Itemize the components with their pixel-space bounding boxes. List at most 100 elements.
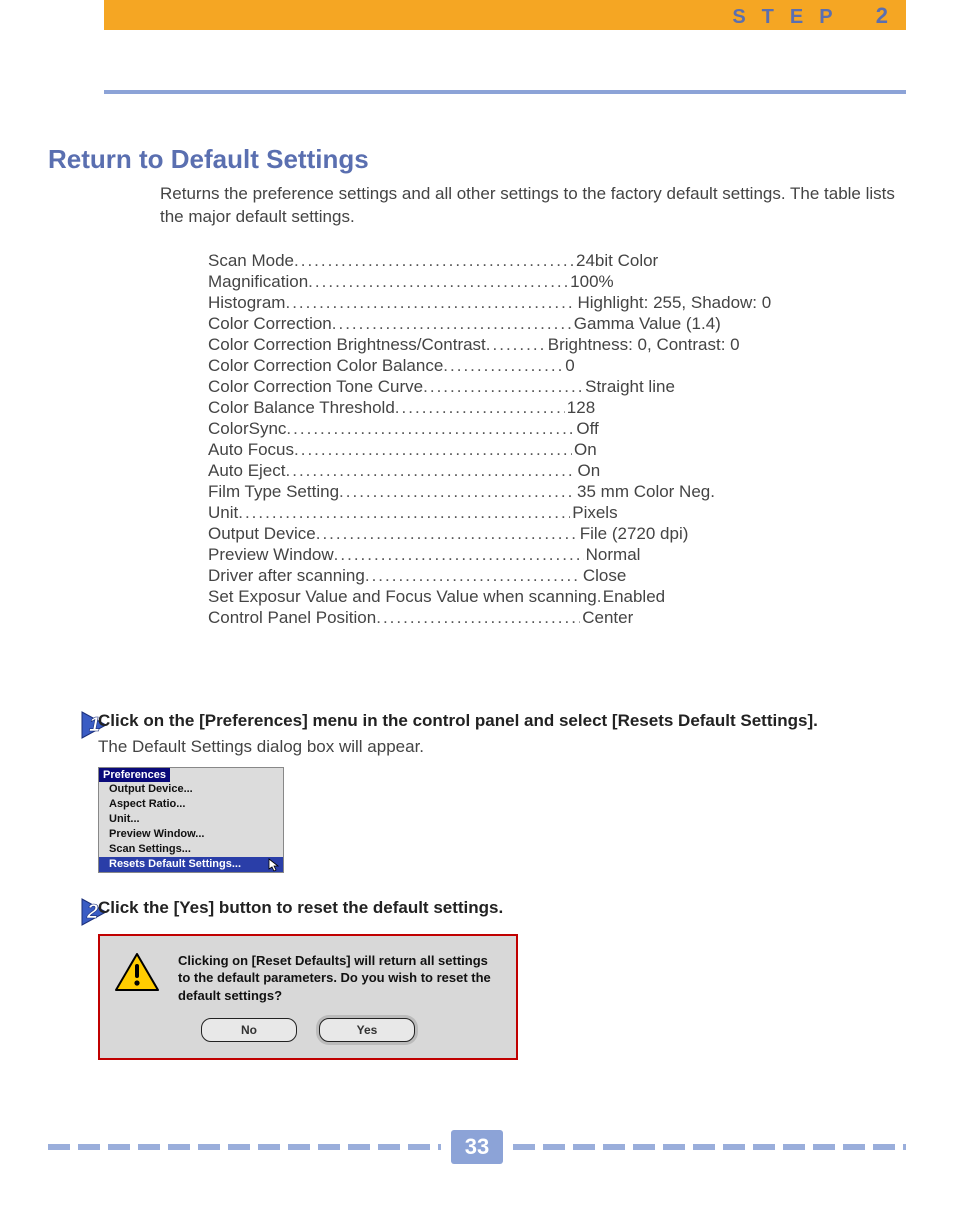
defaults-row: Driver after scanning Close [208,566,906,586]
defaults-row: Color Correction Color Balance 0 [208,356,906,376]
footer-dashes-right [513,1144,906,1150]
defaults-label: ColorSync [208,419,286,439]
defaults-value: 35 mm Color Neg. [575,482,715,502]
confirm-dialog: Clicking on [Reset Defaults] will return… [98,934,518,1061]
defaults-row: Color Correction Tone Curve Straight line [208,377,906,397]
menu-item[interactable]: Preview Window... [99,827,283,842]
leader-dots [334,545,584,565]
defaults-row: Scan Mode 24bit Color [208,251,906,271]
defaults-value: 0 [563,356,574,376]
defaults-row: Auto Focus On [208,440,906,460]
defaults-label: Unit [208,503,238,523]
defaults-label: Color Correction [208,314,332,334]
defaults-value: Highlight: 255, Shadow: 0 [575,293,771,313]
menu-item[interactable]: Aspect Ratio... [99,797,283,812]
menu-item-label: Resets Default Settings... [109,858,241,870]
defaults-row: Preview Window Normal [208,545,906,565]
defaults-label: Control Panel Position [208,608,376,628]
defaults-label: Preview Window [208,545,334,565]
defaults-row: Histogram Highlight: 255, Shadow: 0 [208,293,906,313]
leader-dots [238,503,570,523]
defaults-value: On [572,440,597,460]
leader-dots [339,482,575,502]
defaults-label: Auto Eject [208,461,286,481]
defaults-row: ColorSync Off [208,419,906,439]
menu-item[interactable]: Output Device... [99,782,283,797]
defaults-table: Scan Mode24bit ColorMagnification100%His… [208,251,906,628]
defaults-label: Driver after scanning [208,566,365,586]
menu-item[interactable]: Unit... [99,812,283,827]
step-1-icon: 1 [48,708,98,873]
leader-dots [316,524,578,544]
defaults-row: Set Exposur Value and Focus Value when s… [208,587,906,607]
step-label: STEP 2 [732,0,888,30]
defaults-value: Normal [584,545,641,565]
page-number: 33 [451,1130,503,1164]
leader-dots [294,440,572,460]
defaults-row: Magnification 100% [208,272,906,292]
no-button[interactable]: No [201,1018,297,1042]
defaults-row: Auto Eject On [208,461,906,481]
section-intro: Returns the preference settings and all … [160,183,906,229]
defaults-value: Off [574,419,598,439]
step-number: 2 [876,3,888,28]
header-bar: STEP 2 [104,0,906,30]
defaults-row: Output Device File (2720 dpi) [208,524,906,544]
section-title: Return to Default Settings [48,144,906,175]
defaults-label: Set Exposur Value and Focus Value when s… [208,587,597,607]
defaults-value: 100% [568,272,613,292]
menu-item-resets-default[interactable]: Resets Default Settings... [99,857,283,872]
defaults-label: Color Correction Brightness/Contrast [208,335,486,355]
menu-item[interactable]: Scan Settings... [99,842,283,857]
defaults-label: Color Correction Tone Curve [208,377,423,397]
warning-icon [114,952,160,992]
preferences-menu: Preferences Output Device...Aspect Ratio… [98,767,284,873]
step-1-headline: Click on the [Preferences] menu in the c… [98,710,906,733]
menu-title: Preferences [99,768,170,782]
defaults-row: Color Correction Gamma Value (1.4) [208,314,906,334]
step-1: 1 Click on the [Preferences] menu in the… [48,708,906,873]
defaults-value: 24bit Color [574,251,658,271]
step-2-headline: Click the [Yes] button to reset the defa… [98,897,906,920]
defaults-value: Straight line [583,377,675,397]
step-word: STEP [732,6,848,28]
defaults-value: On [576,461,601,481]
divider [104,90,906,94]
defaults-value: Center [580,608,633,628]
defaults-row: Color Balance Threshold128 [208,398,906,418]
step-1-sub: The Default Settings dialog box will app… [98,737,906,757]
defaults-label: Auto Focus [208,440,294,460]
defaults-row: Film Type Setting 35 mm Color Neg. [208,482,906,502]
dialog-text: Clicking on [Reset Defaults] will return… [178,952,502,1005]
leader-dots [486,335,546,355]
leader-dots [395,398,565,418]
page-footer: 33 [48,1130,906,1164]
defaults-row: Color Correction Brightness/ContrastBrig… [208,335,906,355]
defaults-value: Enabled [601,587,665,607]
leader-dots [423,377,583,397]
leader-dots [443,356,563,376]
defaults-row: Control Panel Position Center [208,608,906,628]
leader-dots [294,251,574,271]
leader-dots [286,419,574,439]
defaults-value: Gamma Value (1.4) [572,314,721,334]
defaults-label: Color Balance Threshold [208,398,395,418]
leader-dots [308,272,568,292]
leader-dots [332,314,572,334]
defaults-label: Color Correction Color Balance [208,356,443,376]
defaults-label: Magnification [208,272,308,292]
defaults-label: Histogram [208,293,285,313]
leader-dots [286,461,576,481]
footer-dashes-left [48,1144,441,1150]
defaults-value: File (2720 dpi) [578,524,689,544]
defaults-label: Scan Mode [208,251,294,271]
leader-dots [376,608,580,628]
defaults-label: Output Device [208,524,316,544]
yes-button[interactable]: Yes [319,1018,415,1042]
leader-dots [285,293,575,313]
defaults-value: Pixels [570,503,617,523]
defaults-value: Close [581,566,626,586]
cursor-icon [268,858,280,877]
svg-text:2: 2 [86,901,98,923]
defaults-label: Film Type Setting [208,482,339,502]
